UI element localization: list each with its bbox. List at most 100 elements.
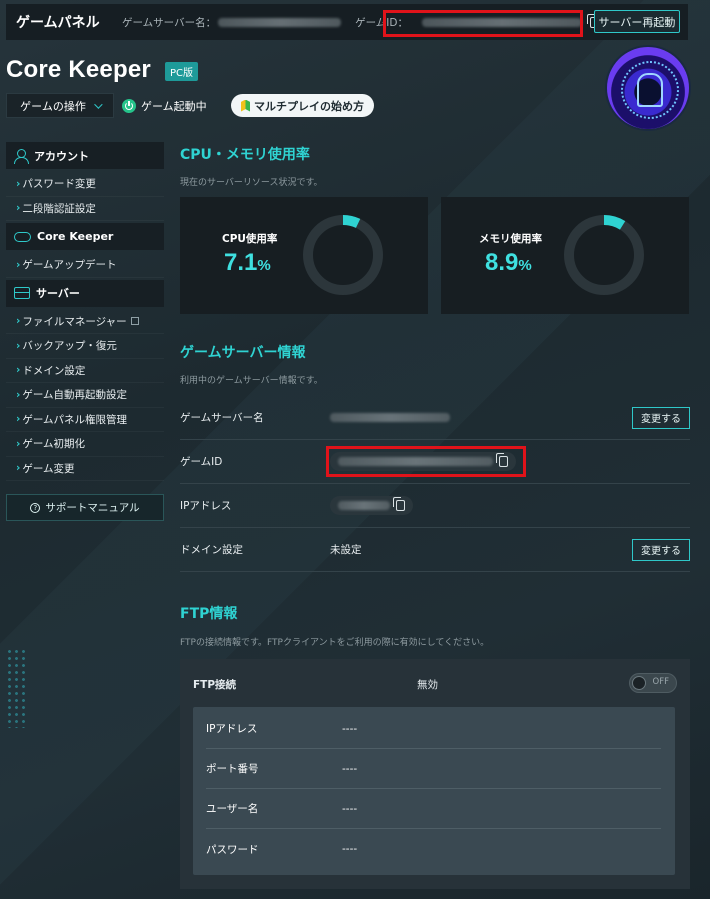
ftp-panel: FTP接続 無効 OFF IPアドレス ---- ポート番号 ---- ユーザー名 -… <box>180 659 690 889</box>
sidebar-item-reset[interactable]: › ゲーム初期化 <box>6 432 164 457</box>
sidebar-item-label: ゲーム初期化 <box>22 438 86 451</box>
ftp-toggle[interactable]: OFF <box>629 673 677 693</box>
server-icon <box>14 287 30 299</box>
help-icon: ? <box>30 502 41 513</box>
beginner-mark-icon <box>241 99 250 112</box>
ftp-connection-value: 無効 <box>417 679 438 691</box>
cpu-usage-label: CPU使用率 <box>222 233 278 245</box>
memory-usage-ring <box>564 215 644 295</box>
ftp-connection-label: FTP接続 <box>193 679 237 691</box>
ip-pill <box>330 496 413 515</box>
copy-ip-icon[interactable] <box>393 497 405 511</box>
sidebar-item-label: ゲーム自動再起動設定 <box>22 389 128 402</box>
cpu-value-unit: % <box>257 257 271 274</box>
sidebar-item-password[interactable]: › パスワード変更 <box>6 172 164 197</box>
gamepad-icon <box>14 231 31 242</box>
sidebar-section-game: Core Keeper <box>6 223 164 250</box>
game-ops-select[interactable]: ゲームの操作 <box>6 93 114 118</box>
server-status: ゲーム起動中 <box>122 98 207 114</box>
chevron-down-icon <box>93 99 103 109</box>
sidebar-item-label: ゲームパネル権限管理 <box>22 413 128 426</box>
highlight-box-game-id-row <box>326 446 526 477</box>
sidebar-item-label: ドメイン設定 <box>22 364 86 377</box>
domain-row: ドメイン設定 未設定 変更する <box>180 528 690 572</box>
domain-row-label: ドメイン設定 <box>180 544 243 556</box>
ip-row: IPアドレス <box>180 484 690 528</box>
cpu-usage-card: CPU使用率 7.1% <box>180 197 428 314</box>
memory-usage-label: メモリ使用率 <box>479 233 542 245</box>
external-link-icon <box>130 317 139 326</box>
section-title: アカウント <box>34 149 89 163</box>
platform-badge: PC版 <box>165 62 199 81</box>
ftp-row-value: ---- <box>342 722 358 735</box>
highlight-box-game-id <box>383 10 583 37</box>
ftp-port-row: ポート番号 ---- <box>206 749 661 789</box>
sidebar-item-label: パスワード変更 <box>22 178 96 191</box>
server-info-subtitle: 利用中のゲームサーバー情報です。 <box>180 376 323 386</box>
sidebar-section-account: アカウント <box>6 142 164 169</box>
game-id-row-label: ゲームID <box>180 456 223 468</box>
change-domain-button[interactable]: 変更する <box>632 538 690 561</box>
sidebar-item-label: ゲームアップデート <box>22 259 117 272</box>
sidebar-item-label: バックアップ・復元 <box>22 340 117 353</box>
server-name-row: ゲームサーバー名 変更する <box>180 396 690 440</box>
memory-value-number: 8.9 <box>485 249 519 276</box>
status-text: ゲーム起動中 <box>141 100 207 113</box>
sidebar-item-label: ゲーム変更 <box>22 462 75 475</box>
game-ops-label: ゲームの操作 <box>20 99 86 113</box>
top-bar: ゲームパネル ゲームサーバー名： ゲームID： サーバー再起動 <box>6 4 688 40</box>
ftp-row-label: IPアドレス <box>206 723 258 735</box>
sidebar-item-label: 二段階認証設定 <box>22 202 96 215</box>
change-server-name-button[interactable]: 変更する <box>632 406 690 429</box>
multiplayer-guide-button[interactable]: マルチプレイの始め方 <box>231 94 374 117</box>
user-icon <box>14 148 29 164</box>
server-name-redacted <box>218 17 342 27</box>
brand-title: ゲームパネル <box>16 15 100 31</box>
ip-value-redacted <box>338 501 390 510</box>
server-name-label: ゲームサーバー名 <box>180 412 264 424</box>
sidebar-item-label: ファイルマネージャー <box>22 315 127 328</box>
toggle-label: OFF <box>652 677 669 687</box>
sidebar: アカウント › パスワード変更 › 二段階認証設定 Core Keeper › ゲーム… <box>6 142 164 481</box>
server-info-title: ゲームサーバー情報 <box>180 345 306 361</box>
ftp-row-value: ---- <box>342 843 358 855</box>
ip-row-label: IPアドレス <box>180 500 232 512</box>
cpu-usage-value: 7.1% <box>224 249 271 277</box>
toggle-knob <box>632 676 646 690</box>
sidebar-item-backup[interactable]: › バックアップ・復元 <box>6 334 164 359</box>
power-icon <box>122 99 136 113</box>
ftp-details: IPアドレス ---- ポート番号 ---- ユーザー名 ---- パスワード ---- <box>193 707 675 875</box>
sidebar-section-server: サーバー <box>6 279 164 307</box>
section-title: Core Keeper <box>37 230 114 243</box>
multiplayer-guide-label: マルチプレイの始め方 <box>254 99 364 113</box>
game-title: Core Keeper <box>6 56 151 83</box>
support-manual-label: サポートマニュアル <box>45 502 140 514</box>
ftp-row-label: パスワード <box>206 843 259 856</box>
sidebar-item-update[interactable]: › ゲームアップデート <box>6 253 164 278</box>
server-name-value-redacted <box>330 413 450 422</box>
memory-usage-value: 8.9% <box>485 249 532 277</box>
ftp-row-value: ---- <box>342 762 358 775</box>
sidebar-item-auto-restart[interactable]: › ゲーム自動再起動設定 <box>6 383 164 408</box>
ftp-user-row: ユーザー名 ---- <box>206 789 661 829</box>
ftp-password-row: パスワード ---- <box>206 829 661 869</box>
decorative-dots <box>6 648 26 728</box>
memory-value-unit: % <box>518 257 532 274</box>
usage-subtitle: 現在のサーバーリソース状況です。 <box>180 178 323 188</box>
game-avatar <box>607 47 689 129</box>
domain-row-value: 未設定 <box>330 544 362 556</box>
sidebar-item-permissions[interactable]: › ゲームパネル権限管理 <box>6 408 164 432</box>
sidebar-item-change-game[interactable]: › ゲーム変更 <box>6 457 164 481</box>
cpu-value-number: 7.1 <box>224 249 258 276</box>
ftp-ip-row: IPアドレス ---- <box>206 709 661 749</box>
sidebar-item-2fa[interactable]: › 二段階認証設定 <box>6 197 164 221</box>
memory-usage-card: メモリ使用率 8.9% <box>441 197 689 314</box>
section-title: サーバー <box>36 287 80 300</box>
support-manual-button[interactable]: ? サポートマニュアル <box>6 494 164 521</box>
sidebar-item-domain[interactable]: › ドメイン設定 <box>6 359 164 383</box>
sidebar-item-file-manager[interactable]: › ファイルマネージャー <box>6 310 164 334</box>
ftp-row-label: ユーザー名 <box>206 803 259 815</box>
restart-server-button[interactable]: サーバー再起動 <box>594 10 680 33</box>
server-name-label: ゲームサーバー名： <box>122 16 217 29</box>
cpu-usage-ring <box>303 215 383 295</box>
